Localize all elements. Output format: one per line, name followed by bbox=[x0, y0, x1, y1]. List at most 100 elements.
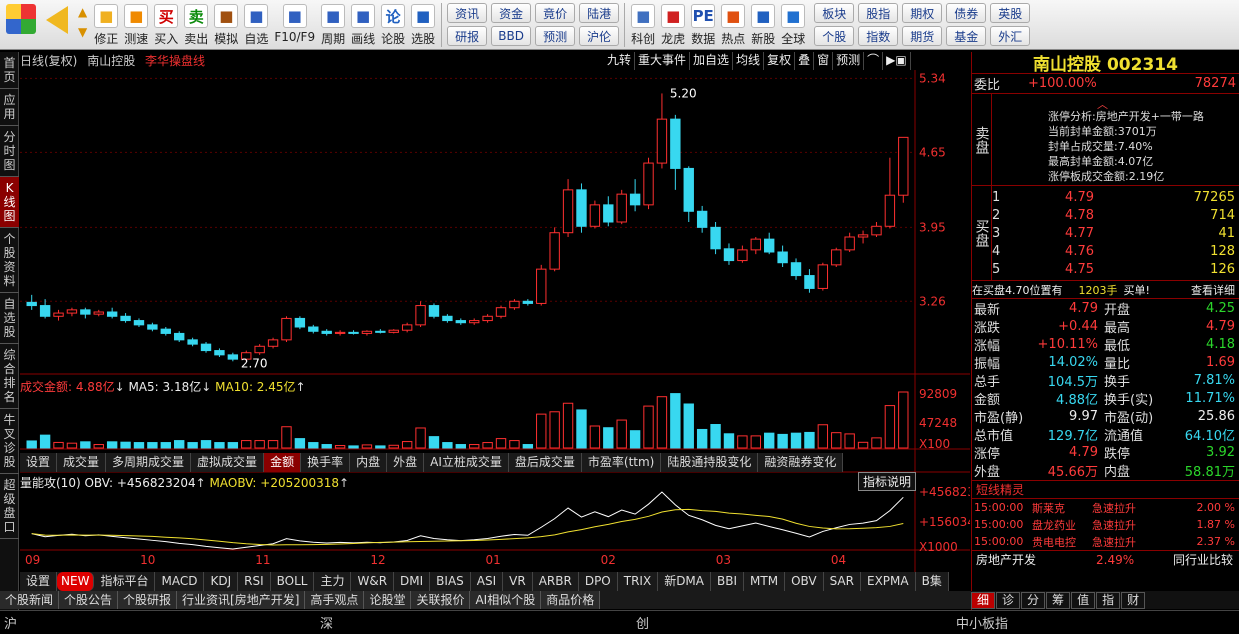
vol-tab[interactable]: 成交量 bbox=[57, 453, 107, 472]
side-tab[interactable]: K线图 bbox=[0, 177, 19, 228]
back-arrow-icon[interactable] bbox=[40, 0, 74, 50]
vol-tab[interactable]: 市盈率(ttm) bbox=[582, 453, 662, 472]
周期-button[interactable]: ■ 周期 bbox=[318, 0, 348, 50]
新股-button[interactable]: ■ 新股 bbox=[748, 0, 778, 50]
menu-个股[interactable]: 个股 bbox=[814, 26, 855, 46]
vol-tab[interactable]: 外盘 bbox=[387, 453, 425, 472]
indicator-tab[interactable]: 新DMA bbox=[658, 572, 711, 591]
自选-button[interactable]: ■ 自选 bbox=[241, 0, 271, 50]
collapse-icon[interactable]: ︿ bbox=[1097, 96, 1108, 112]
vol-tab[interactable]: 内盘 bbox=[350, 453, 388, 472]
indicator-help-button[interactable]: 指标说明 bbox=[858, 472, 917, 491]
indicator-tab[interactable]: MTM bbox=[744, 572, 786, 591]
right-sub-tab[interactable]: 细 bbox=[971, 591, 996, 609]
indicator-tab[interactable]: SAR bbox=[824, 572, 861, 591]
vol-tab[interactable]: 虚拟成交量 bbox=[191, 453, 265, 472]
menu-预测[interactable]: 预测 bbox=[535, 26, 576, 46]
vol-tab[interactable]: 盘后成交量 bbox=[509, 453, 582, 472]
indicator-tab[interactable]: 设置 bbox=[20, 572, 58, 591]
menu-资讯[interactable]: 资讯 bbox=[447, 3, 488, 23]
vol-tab[interactable]: 融资融券变化 bbox=[758, 453, 844, 472]
indicator-tab[interactable]: DMI bbox=[394, 572, 431, 591]
news-tab[interactable]: 个股公告 bbox=[59, 591, 119, 609]
indicator-tab[interactable]: KDJ bbox=[204, 572, 239, 591]
short-item[interactable]: 15:00:00 贵电电控 急速拉升 2.37 % bbox=[972, 533, 1239, 550]
side-tab[interactable]: 超级盘口 bbox=[0, 474, 19, 539]
indicator-tab[interactable]: BBI bbox=[711, 572, 745, 591]
right-sub-tab[interactable]: 分 bbox=[1021, 591, 1046, 609]
修正-button[interactable]: ■ 修正 bbox=[91, 0, 121, 50]
news-tab[interactable]: 关联报价 bbox=[411, 591, 471, 609]
menu-指数[interactable]: 指数 bbox=[858, 26, 899, 46]
热点-button[interactable]: ■ 热点 bbox=[718, 0, 748, 50]
sh-index-label[interactable]: 沪 bbox=[4, 613, 320, 632]
选股-button[interactable]: ■ 选股 bbox=[408, 0, 438, 50]
indicator-tab[interactable]: OBV bbox=[785, 572, 824, 591]
menu-陆港[interactable]: 陆港 bbox=[579, 3, 620, 23]
up-down-arrows[interactable]: ▲ ▼ bbox=[74, 0, 91, 50]
detail-link[interactable]: 查看详细 bbox=[1191, 282, 1239, 298]
indicator-tab[interactable]: B集 bbox=[916, 572, 949, 591]
right-sub-tab[interactable]: 财 bbox=[1121, 591, 1146, 609]
right-sub-tab[interactable]: 诊 bbox=[996, 591, 1021, 609]
menu-外汇[interactable]: 外汇 bbox=[990, 26, 1031, 46]
news-tab[interactable]: 行业资讯[房地产开发] bbox=[177, 591, 306, 609]
menu-基金[interactable]: 基金 bbox=[946, 26, 987, 46]
F10/F9-button[interactable]: ■ F10/F9 bbox=[271, 0, 318, 50]
side-tab[interactable]: 首页 bbox=[0, 52, 19, 89]
买入-button[interactable]: 买买入 bbox=[151, 0, 181, 50]
indicator-tab[interactable]: 主力 bbox=[314, 572, 352, 591]
menu-债券[interactable]: 债券 bbox=[946, 3, 987, 23]
indicator-tab[interactable]: NEW bbox=[57, 572, 95, 591]
menu-期货[interactable]: 期货 bbox=[902, 26, 943, 46]
vol-tab[interactable]: 金额 bbox=[264, 453, 302, 472]
vol-tab[interactable]: 陆股通持股变化 bbox=[661, 453, 759, 472]
menu-竟价[interactable]: 竟价 bbox=[535, 3, 576, 23]
menu-股指[interactable]: 股指 bbox=[858, 3, 899, 23]
news-tab[interactable]: 商品价格 bbox=[541, 591, 601, 609]
menu-沪伦[interactable]: 沪伦 bbox=[579, 26, 620, 46]
menu-英股[interactable]: 英股 bbox=[990, 3, 1031, 23]
menu-BBD[interactable]: BBD bbox=[491, 26, 532, 46]
menu-期权[interactable]: 期权 bbox=[902, 3, 943, 23]
sz-index-label[interactable]: 深 bbox=[320, 613, 636, 632]
news-tab[interactable]: 个股研报 bbox=[118, 591, 178, 609]
news-tab[interactable]: 高手观点 bbox=[305, 591, 365, 609]
right-sub-tab[interactable]: 指 bbox=[1096, 591, 1121, 609]
论股-button[interactable]: 论论股 bbox=[378, 0, 408, 50]
menu-资金[interactable]: 资金 bbox=[491, 3, 532, 23]
indicator-tab[interactable]: EXPMA bbox=[861, 572, 916, 591]
short-item[interactable]: 15:00:00 盘龙药业 急速拉升 1.87 % bbox=[972, 516, 1239, 533]
indicator-tab[interactable]: RSI bbox=[238, 572, 271, 591]
zx-index-label[interactable]: 中小板指 bbox=[956, 613, 1008, 632]
side-tab[interactable]: 自选股 bbox=[0, 293, 19, 344]
side-tab[interactable]: 牛叉诊股 bbox=[0, 409, 19, 474]
menu-研报[interactable]: 研报 bbox=[447, 26, 488, 46]
indicator-tab[interactable]: MACD bbox=[155, 572, 205, 591]
数据-button[interactable]: PE 数据 bbox=[688, 0, 718, 50]
right-sub-tab[interactable]: 筹 bbox=[1046, 591, 1071, 609]
cy-index-label[interactable]: 创 bbox=[636, 613, 956, 632]
全球-button[interactable]: ■ 全球 bbox=[778, 0, 808, 50]
测速-button[interactable]: ■ 测速 bbox=[121, 0, 151, 50]
卖出-button[interactable]: 卖卖出 bbox=[181, 0, 211, 50]
logo-icon[interactable] bbox=[0, 0, 40, 50]
short-item[interactable]: 15:00:00 斯莱克 急速拉升 2.00 % bbox=[972, 499, 1239, 516]
龙虎-button[interactable]: ■ 龙虎 bbox=[658, 0, 688, 50]
side-tab[interactable]: 综合排名 bbox=[0, 344, 19, 409]
chart-area[interactable]: 5.20 2.70 5.34 4.65 3.95 3.26 92809 47248 X10… bbox=[20, 52, 970, 592]
vol-tab[interactable]: AI立桩成交量 bbox=[424, 453, 509, 472]
right-sub-tab[interactable]: 值 bbox=[1071, 591, 1096, 609]
indicator-tab[interactable]: 指标平台 bbox=[94, 572, 156, 591]
模拟-button[interactable]: ■ 模拟 bbox=[211, 0, 241, 50]
indicator-tab[interactable]: BIAS bbox=[430, 572, 471, 591]
画线-button[interactable]: ■ 画线 bbox=[348, 0, 378, 50]
news-tab[interactable]: 论股堂 bbox=[364, 591, 412, 609]
indicator-tab[interactable]: VR bbox=[503, 572, 533, 591]
news-tab[interactable]: AI相似个股 bbox=[470, 591, 542, 609]
vol-tab[interactable]: 换手率 bbox=[301, 453, 351, 472]
side-tab[interactable]: 应用 bbox=[0, 89, 19, 126]
news-tab[interactable]: 个股新闻 bbox=[0, 591, 60, 609]
vol-tab[interactable]: 设置 bbox=[20, 453, 58, 472]
menu-板块[interactable]: 板块 bbox=[814, 3, 855, 23]
